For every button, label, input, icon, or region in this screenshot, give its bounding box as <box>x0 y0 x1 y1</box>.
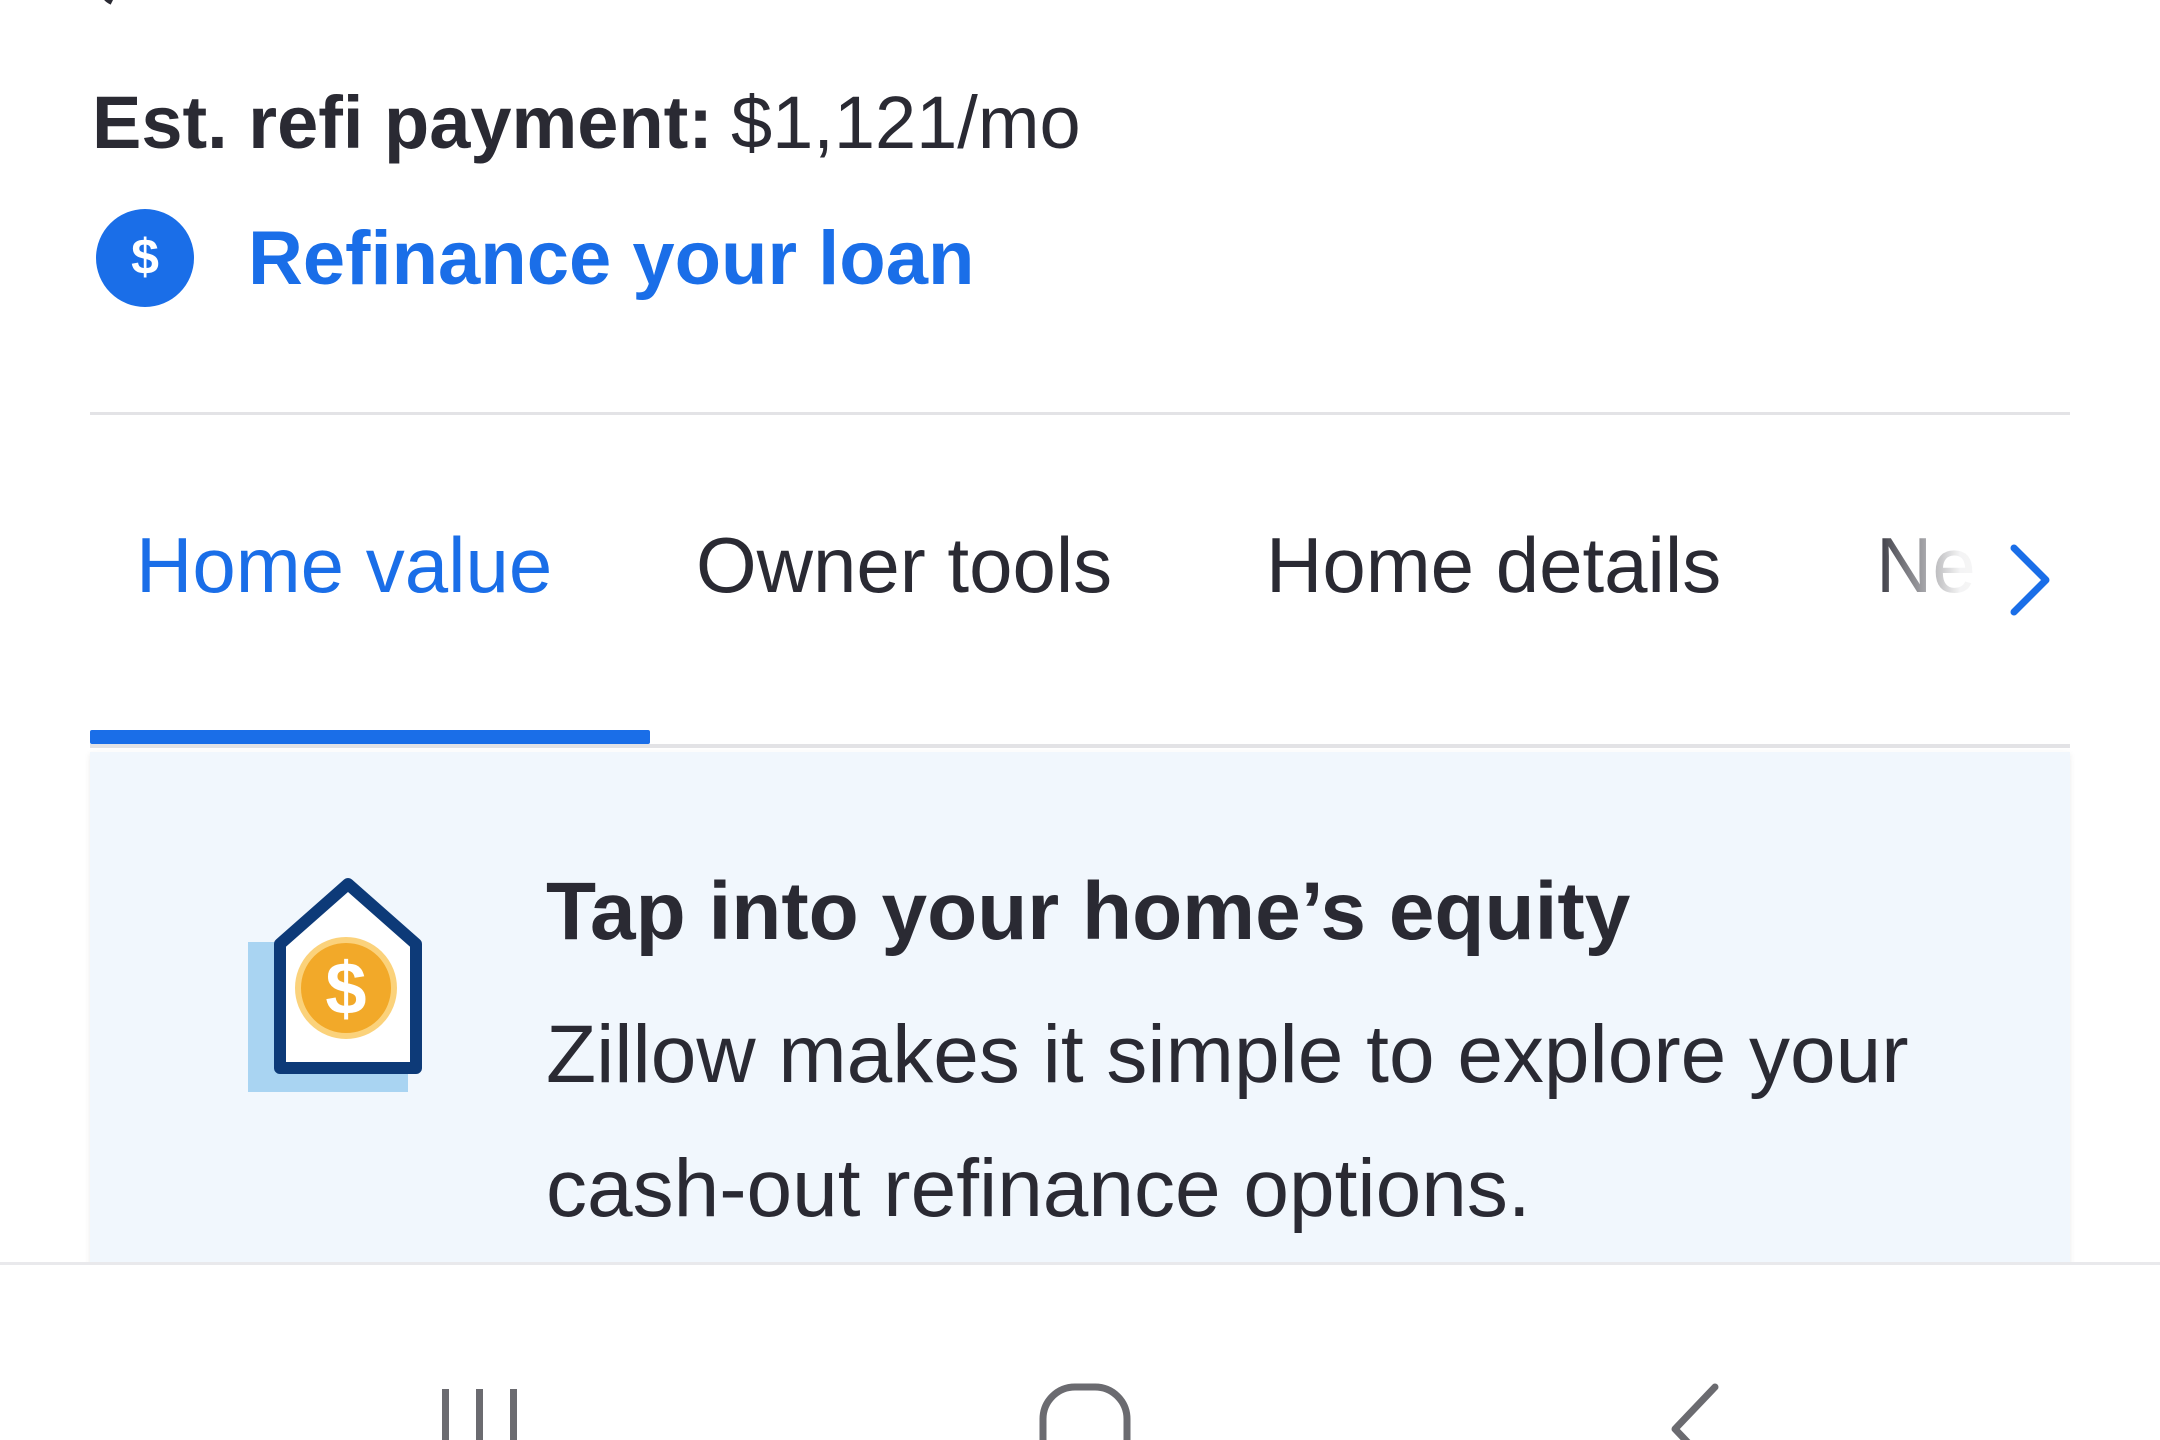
home-button[interactable] <box>935 1265 1235 1440</box>
tab-owner-tools[interactable]: Owner tools <box>696 520 1112 610</box>
back-button[interactable] <box>1545 1265 1845 1440</box>
section-divider <box>90 412 2070 415</box>
est-refi-payment: Est. refi payment: $1,121/mo <box>92 78 1081 168</box>
est-refi-payment-label: Est. refi payment: <box>92 81 713 164</box>
recents-icon <box>442 1389 517 1440</box>
refinance-loan-label: Refinance your loan <box>248 215 975 301</box>
back-icon <box>1671 1383 1719 1440</box>
active-tab-indicator <box>90 730 650 744</box>
promo-body: Zillow makes it simple to explore your c… <box>546 1009 1909 1234</box>
property-page: Est. refi payment: $1,121/mo $ Refinance … <box>0 0 2160 1440</box>
chevron-right-icon[interactable] <box>2000 540 2060 620</box>
recents-button[interactable] <box>330 1265 630 1440</box>
home-icon <box>1039 1383 1131 1440</box>
tab-track <box>90 744 2070 748</box>
home-equity-card[interactable]: $ Tap into your home’s equity Zillow mak… <box>90 752 2070 1272</box>
tab-bar: Home value Owner tools Home details Ne <box>90 520 2070 610</box>
dollar-icon: $ <box>96 209 194 307</box>
est-refi-payment-value: $1,121/mo <box>730 81 1081 164</box>
svg-text:$: $ <box>131 229 159 285</box>
refinance-loan-link[interactable]: $ Refinance your loan <box>96 208 974 308</box>
tab-home-value[interactable]: Home value <box>136 520 552 610</box>
clipped-content-top <box>104 0 114 5</box>
system-navigation-bar <box>0 1262 2160 1440</box>
tab-home-details[interactable]: Home details <box>1266 520 1721 610</box>
house-dollar-icon: $ <box>248 878 422 1092</box>
promo-title: Tap into your home’s equity <box>546 866 1631 957</box>
svg-text:$: $ <box>325 947 366 1030</box>
